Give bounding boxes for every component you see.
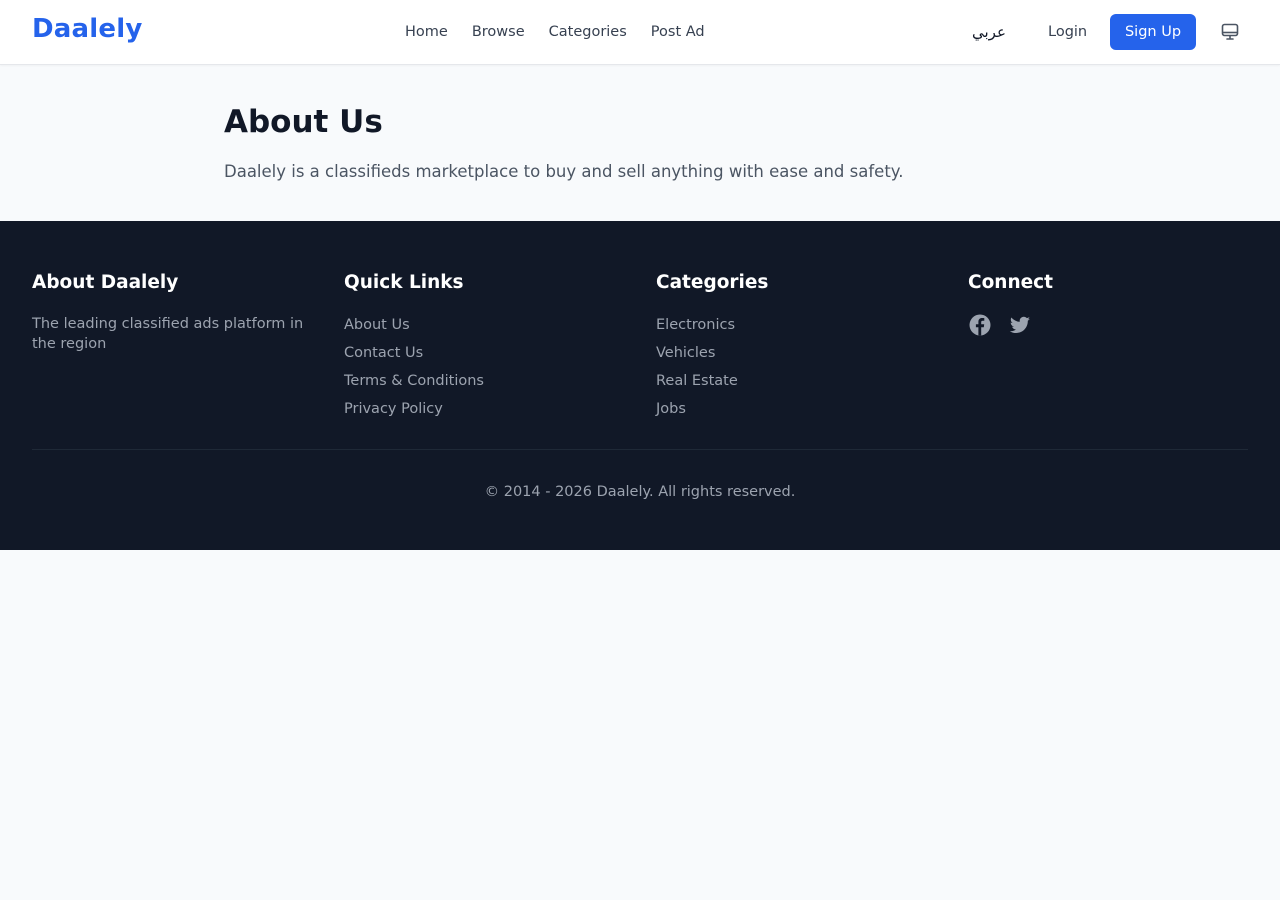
facebook-link[interactable] [968, 313, 992, 337]
list-item: Terms & Conditions [344, 370, 624, 398]
list-item: Electronics [656, 314, 936, 342]
list-item: Vehicles [656, 342, 936, 370]
list-item: Real Estate [656, 370, 936, 398]
social-links [968, 313, 1248, 337]
twitter-link[interactable] [1008, 313, 1032, 337]
quick-links-list: About Us Contact Us Terms & Conditions P… [344, 314, 624, 426]
nav-link-browse[interactable]: Browse [460, 22, 537, 42]
list-item: Privacy Policy [344, 398, 624, 426]
footer-link-jobs[interactable]: Jobs [656, 401, 686, 417]
categories-list: Electronics Vehicles Real Estate Jobs [656, 314, 936, 426]
copyright-text: © 2014 - 2026 Daalely. All rights reserv… [484, 484, 796, 500]
facebook-icon [969, 314, 991, 336]
footer-about-heading: About Daalely [32, 272, 179, 293]
footer-link-terms[interactable]: Terms & Conditions [344, 373, 484, 389]
list-item: About Us [344, 314, 624, 342]
footer-categories-heading: Categories [656, 272, 769, 293]
nav-link-home[interactable]: Home [393, 22, 460, 42]
footer-link-contact-us[interactable]: Contact Us [344, 345, 423, 361]
footer-categories-column: Categories Electronics Vehicles Real Est… [656, 271, 936, 426]
site-logo[interactable]: Daalely [32, 14, 142, 44]
language-toggle[interactable]: عربي [958, 20, 1020, 44]
nav-link-post-ad[interactable]: Post Ad [639, 22, 717, 42]
twitter-icon [1009, 316, 1030, 333]
footer-link-privacy[interactable]: Privacy Policy [344, 401, 443, 417]
main-nav: Home Browse Categories Post Ad [393, 22, 717, 42]
login-link[interactable]: Login [1036, 22, 1099, 42]
footer-divider [32, 449, 1248, 450]
about-section: About Us Daalely is a classifieds market… [224, 104, 1056, 184]
footer-link-real-estate[interactable]: Real Estate [656, 373, 738, 389]
theme-toggle-button[interactable] [1218, 20, 1242, 44]
site-header: Daalely Home Browse Categories Post Ad ع… [0, 0, 1280, 65]
page-title: About Us [224, 104, 383, 140]
footer-link-about-us[interactable]: About Us [344, 317, 410, 333]
monitor-icon [1221, 23, 1239, 40]
site-footer: About Daalely The leading classified ads… [0, 221, 1280, 550]
footer-link-vehicles[interactable]: Vehicles [656, 345, 715, 361]
nav-link-categories[interactable]: Categories [537, 22, 639, 42]
page-description: Daalely is a classifieds marketplace to … [224, 162, 904, 181]
list-item: Contact Us [344, 342, 624, 370]
footer-quick-links-heading: Quick Links [344, 272, 464, 293]
footer-about-column: About Daalely The leading classified ads… [32, 271, 312, 354]
footer-connect-column: Connect [968, 271, 1248, 337]
footer-link-electronics[interactable]: Electronics [656, 317, 735, 333]
footer-about-text: The leading classified ads platform in t… [32, 316, 304, 352]
list-item: Jobs [656, 398, 936, 426]
footer-connect-heading: Connect [968, 272, 1053, 293]
footer-quick-links-column: Quick Links About Us Contact Us Terms & … [344, 271, 624, 426]
signup-button[interactable]: Sign Up [1110, 14, 1196, 50]
